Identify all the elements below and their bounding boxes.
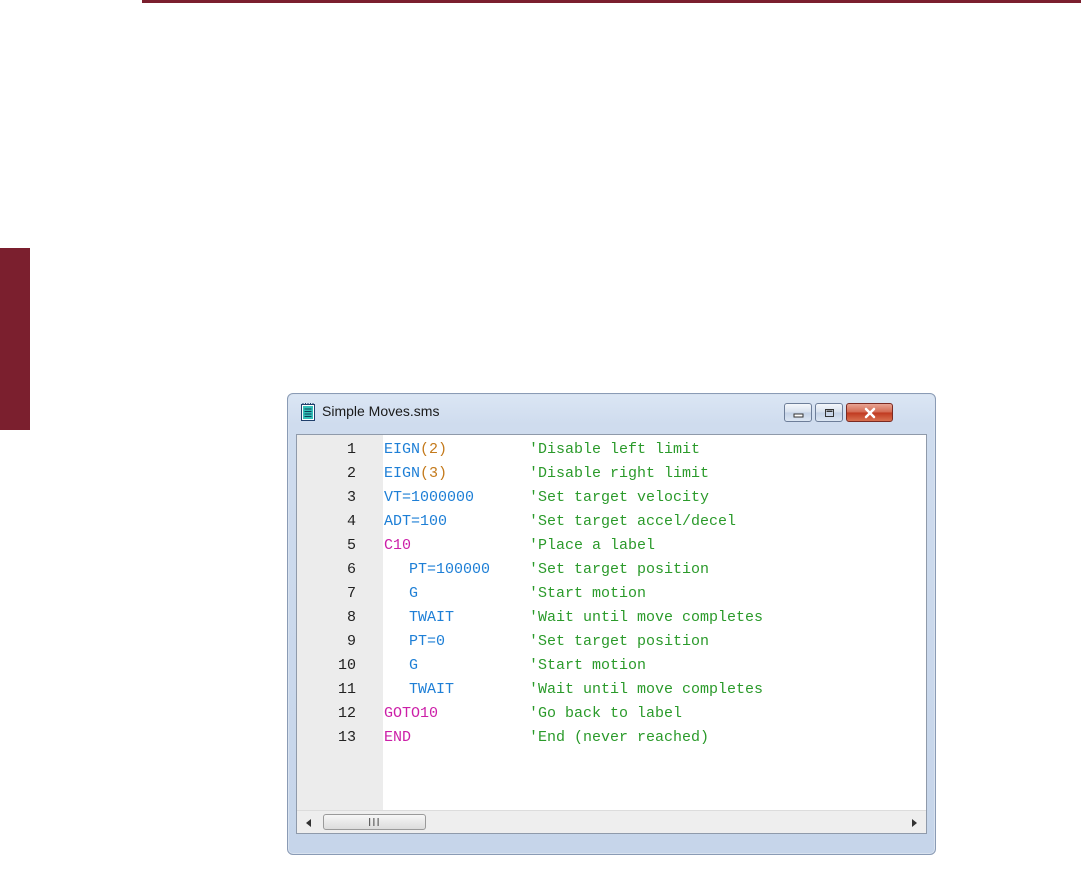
scroll-right-arrow-icon[interactable] (908, 816, 920, 828)
code-token: (2) (420, 441, 448, 458)
code-line[interactable]: 5 C10 'Place a label (297, 534, 917, 558)
code-command: EIGN(2) (384, 438, 447, 462)
code-command: G (409, 654, 418, 678)
document-icon (301, 403, 316, 421)
code-comment: 'Go back to label (529, 705, 683, 722)
line-number: 5 (346, 537, 356, 554)
code-comment: 'Set target accel/decel (529, 513, 737, 530)
side-chapter-tab (0, 248, 30, 430)
code-command: TWAIT (409, 606, 454, 630)
code-token: EIGN (384, 465, 421, 482)
minimize-button[interactable] (784, 403, 812, 422)
code-line[interactable]: 10 G 'Start motion (297, 654, 917, 678)
code-comment: 'Set target velocity (529, 489, 710, 506)
code-command: VT=1000000 (384, 486, 474, 510)
line-number: 10 (337, 657, 356, 674)
code-comment: 'Disable right limit (529, 465, 710, 482)
code-token: PT=0 (409, 633, 446, 650)
code-comment: 'Wait until move completes (529, 681, 764, 698)
code-command: TWAIT (409, 678, 454, 702)
line-number: 4 (346, 513, 356, 530)
code-token: (3) (420, 465, 448, 482)
line-number: 6 (346, 561, 356, 578)
code-token: ADT=100 (384, 513, 448, 530)
code-command: ADT=100 (384, 510, 447, 534)
code-comment: 'Set target position (529, 561, 710, 578)
window-title: Simple Moves.sms (322, 403, 440, 419)
code-line[interactable]: 8 TWAIT 'Wait until move completes (297, 606, 917, 630)
code-token: EIGN (384, 441, 421, 458)
code-comment: 'Start motion (529, 585, 647, 602)
maximize-icon (825, 409, 834, 417)
code-token: C10 (384, 537, 412, 554)
minimize-icon (793, 413, 804, 418)
code-line[interactable]: 3 VT=1000000 'Set target velocity (297, 486, 917, 510)
code-token: END (384, 729, 412, 746)
code-token: VT=1000000 (384, 489, 475, 506)
header-rule (142, 0, 1081, 3)
code-token: G (409, 585, 419, 602)
scrollbar-grip: III (368, 816, 381, 829)
code-line[interactable]: 7 G 'Start motion (297, 582, 917, 606)
code-token: PT=100000 (409, 561, 491, 578)
code-comment: 'Place a label (529, 537, 656, 554)
line-number: 1 (346, 441, 356, 458)
code-command: G (409, 582, 418, 606)
code-comment: 'Start motion (529, 657, 647, 674)
horizontal-scrollbar[interactable]: III (297, 810, 926, 833)
close-button[interactable] (846, 403, 893, 422)
line-number: 12 (337, 705, 356, 722)
line-number: 9 (346, 633, 356, 650)
code-line[interactable]: 4 ADT=100 'Set target accel/decel (297, 510, 917, 534)
code-command: END (384, 726, 411, 750)
code-editor[interactable]: 1 EIGN(2) 'Disable left limit 2 EIGN(3) 'Disa… (296, 434, 927, 834)
code-line[interactable]: 1 EIGN(2) 'Disable left limit (297, 438, 917, 462)
code-listing: 1 EIGN(2) 'Disable left limit 2 EIGN(3) 'Disa… (297, 438, 917, 750)
code-command: PT=100000 (409, 558, 490, 582)
code-line[interactable]: 2 EIGN(3) 'Disable right limit (297, 462, 917, 486)
code-token: TWAIT (409, 609, 455, 626)
code-token: G (409, 657, 419, 674)
maximize-button[interactable] (815, 403, 843, 422)
code-command: GOTO10 (384, 702, 438, 726)
code-token: GOTO10 (384, 705, 439, 722)
title-bar[interactable]: Simple Moves.sms (288, 394, 935, 426)
code-line[interactable]: 9 PT=0 'Set target position (297, 630, 917, 654)
code-line[interactable]: 12 GOTO10 'Go back to label (297, 702, 917, 726)
code-comment: 'Disable left limit (529, 441, 701, 458)
code-command: PT=0 (409, 630, 445, 654)
scroll-left-arrow-icon[interactable] (303, 816, 315, 828)
code-comment: 'Set target position (529, 633, 710, 650)
code-line[interactable]: 13 END 'End (never reached) (297, 726, 917, 750)
line-number: 11 (337, 681, 356, 698)
code-command: EIGN(3) (384, 462, 447, 486)
code-line[interactable]: 6 PT=100000 'Set target position (297, 558, 917, 582)
line-number: 2 (346, 465, 356, 482)
code-token: TWAIT (409, 681, 455, 698)
line-number: 8 (346, 609, 356, 626)
close-icon (864, 407, 876, 419)
code-comment: 'End (never reached) (529, 729, 710, 746)
code-comment: 'Wait until move completes (529, 609, 764, 626)
line-number: 13 (337, 729, 356, 746)
code-command: C10 (384, 534, 411, 558)
scrollbar-thumb[interactable]: III (323, 814, 426, 830)
editor-window: Simple Moves.sms 1 EIGN(2) 'Disable left l… (287, 393, 936, 855)
line-number: 7 (346, 585, 356, 602)
line-number: 3 (346, 489, 356, 506)
code-line[interactable]: 11 TWAIT 'Wait until move completes (297, 678, 917, 702)
